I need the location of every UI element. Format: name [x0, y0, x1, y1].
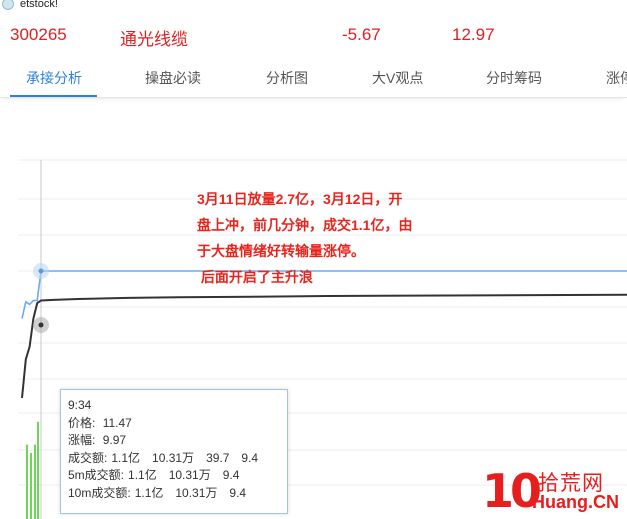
volume-bars [26, 421, 39, 519]
annotation-line: 盘上冲，前几分钟，成交1.1亿，由 [197, 217, 413, 233]
stock-summary: 300265 通光线缆 -5.67 12.97 [0, 20, 627, 54]
volume-bar [34, 444, 36, 519]
tooltip-volume5-label: 5m成交额: [68, 468, 125, 482]
stock-name: 通光线缆 [120, 30, 188, 49]
tab-zhangting[interactable]: 涨停 [606, 68, 627, 88]
tooltip-price-label: 价格: [68, 415, 96, 430]
app-logo-icon [2, 0, 14, 10]
price-line [21, 293, 627, 399]
tab-caopan-bidu[interactable]: 操盘必读 [145, 68, 201, 88]
tab-bar: 承接分析 操盘必读 分析图 大V观点 分时筹码 涨停 [0, 60, 627, 98]
title-bar: etstock! [0, 0, 627, 14]
tooltip-volume10-row: 10m成交额: 1.1亿 10.31万 9.4 [68, 485, 287, 503]
tab-fenxitu[interactable]: 分析图 [266, 68, 308, 88]
volume-bar [26, 444, 28, 519]
tooltip-volume-amount: 1.1亿 [111, 450, 141, 465]
chart-tooltip: 9:34 价格: 11.47 涨幅: 9.97 成交额: 1.1亿 10.31万 39… [60, 389, 288, 514]
stock-code: 300265 [10, 25, 67, 44]
tooltip-volume5-row: 5m成交额: 1.1亿 10.31万 9.4 [68, 467, 287, 485]
tooltip-volume10-extra: 9.4 [229, 485, 247, 500]
watermark-number: 10 [482, 464, 542, 518]
tab-fenshi-chouma[interactable]: 分时筹码 [486, 68, 542, 88]
tooltip-volume5-extra: 9.4 [222, 468, 240, 482]
tooltip-volume5-amount: 1.1亿 [128, 468, 157, 482]
tooltip-volume10-amount: 1.1亿 [134, 485, 164, 500]
tooltip-pct-value: 9.97 [102, 433, 127, 447]
tooltip-volume-row: 成交额: 1.1亿 10.31万 39.7 9.4 [68, 450, 287, 468]
app-title: etstock! [20, 0, 58, 10]
tooltip-pct-row: 涨幅: 9.97 [68, 432, 287, 450]
tooltip-volume10-count: 10.31万 [175, 485, 218, 500]
tab-dav-guandian[interactable]: 大V观点 [372, 68, 423, 88]
watermark-en: Huang.CN [532, 492, 619, 512]
tooltip-volume-extra: 9.4 [241, 450, 259, 465]
stock-change: -5.67 [342, 25, 381, 44]
annotation-line: 后面开启了主升浪 [197, 269, 313, 285]
tooltip-volume-count: 10.31万 [152, 450, 195, 465]
tooltip-time: 9:34 [68, 398, 92, 412]
tooltip-price-value: 11.47 [102, 415, 132, 430]
tooltip-pct-label: 涨幅: [68, 433, 96, 447]
limit-marker [38, 268, 44, 274]
annotation-text: 3月11日放量2.7亿，3月12日，开 盘上冲，前几分钟，成交1.1亿，由 于大… [197, 186, 447, 290]
annotation-line: 于大盘情绪好转输量涨停。 [197, 243, 365, 259]
tooltip-volume-label: 成交额: [68, 450, 108, 465]
annotation-line: 3月11日放量2.7亿，3月12日，开 [197, 191, 403, 207]
active-tab-indicator [10, 95, 97, 97]
stock-price: 12.97 [452, 25, 495, 44]
watermark-logo: 10 拾荒网 Huang.CN [482, 465, 624, 517]
volume-bar [37, 421, 39, 519]
tooltip-volume-ratio: 39.7 [206, 450, 230, 465]
tooltip-volume5-count: 10.31万 [168, 468, 211, 482]
volume-bar [30, 453, 32, 519]
tab-chengjie-fenxi[interactable]: 承接分析 [26, 68, 82, 88]
price-marker [38, 322, 44, 328]
tooltip-volume10-label: 10m成交额: [68, 485, 131, 500]
tooltip-price-row: 价格: 11.47 [68, 415, 287, 433]
